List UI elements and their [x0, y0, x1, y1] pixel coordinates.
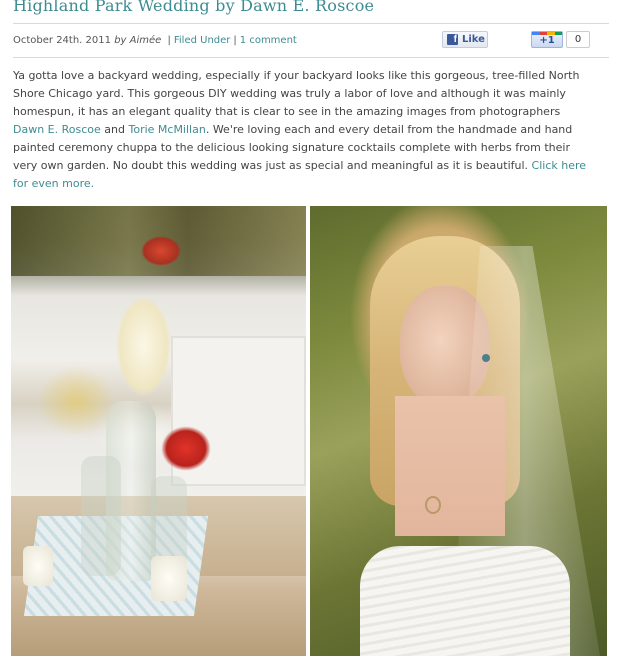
facebook-like-button[interactable]: f Like [442, 31, 488, 48]
facebook-icon: f [447, 34, 458, 45]
post-meta: October 24th. 2011 by Aimée | Filed Under… [13, 35, 297, 46]
photo-detail [161, 426, 211, 471]
photo-detail [36, 366, 116, 436]
google-plusone-button[interactable]: +1 [531, 31, 563, 48]
photo-detail [360, 546, 570, 656]
body-text: and [100, 123, 129, 136]
photo-detail [23, 546, 53, 586]
filed-under-link[interactable]: Filed Under [174, 35, 231, 46]
bride-portrait-photo[interactable] [310, 206, 607, 656]
torie-mcmillan-link[interactable]: Torie McMillan [128, 123, 205, 136]
post-title[interactable]: Highland Park Wedding by Dawn E. Roscoe [13, 0, 374, 15]
centerpiece-photo[interactable] [11, 206, 306, 656]
photo-detail [395, 396, 505, 536]
photo-detail [151, 556, 187, 601]
meta-separator: | [233, 35, 237, 46]
divider [13, 57, 609, 58]
photo-detail [425, 496, 441, 514]
meta-separator: | [167, 35, 171, 46]
post-body: Ya gotta love a backyard wedding, especi… [13, 67, 593, 193]
post-date: October 24th. 2011 [13, 35, 111, 46]
photo-detail [81, 456, 121, 576]
photo-detail [141, 236, 181, 266]
post-author: Aimée [129, 35, 162, 46]
by-label: by [114, 35, 127, 46]
body-text: Ya gotta love a backyard wedding, especi… [13, 69, 580, 118]
divider [13, 23, 609, 24]
google-color-stripe [532, 32, 562, 35]
plusone-count: 0 [566, 31, 590, 48]
photo-detail [482, 354, 490, 362]
photo-detail [116, 296, 171, 396]
comments-link[interactable]: 1 comment [240, 35, 297, 46]
dawn-roscoe-link[interactable]: Dawn E. Roscoe [13, 123, 101, 136]
plusone-label: +1 [539, 35, 555, 46]
like-label: Like [462, 34, 485, 45]
